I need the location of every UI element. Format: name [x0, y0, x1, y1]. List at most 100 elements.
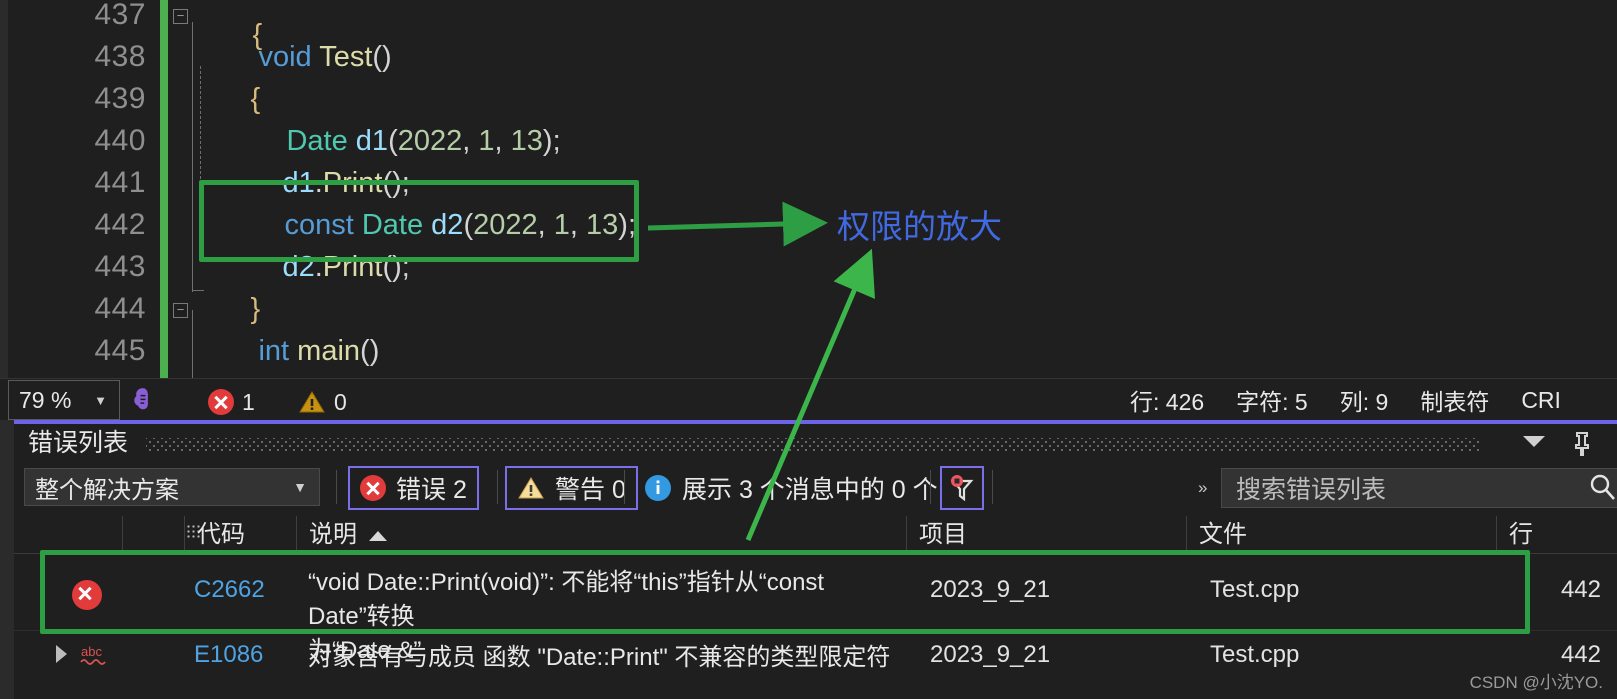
messages-toggle-button[interactable]: 展示 3 个消息中的 0 个 [634, 466, 948, 510]
saved-changes-indicator [160, 0, 168, 378]
code-line-439: Date d1(2022, 1, 13); [222, 78, 560, 157]
status-caret-info: 行: 426 字符: 5 列: 9 制表符 CRI [1130, 379, 1561, 421]
code-token-function: Test [311, 41, 373, 73]
watermark: CSDN @小沈YO. [1469, 673, 1603, 692]
code-token-punct: (); [382, 251, 410, 283]
svg-text:abc: abc [81, 644, 102, 659]
line-number: 439 [94, 82, 146, 115]
status-eol[interactable]: CRI [1521, 387, 1561, 414]
code-token-punct: ); [542, 125, 561, 157]
code-token-number: 1 [553, 209, 570, 241]
toolbar-separator [336, 470, 337, 504]
code-editor[interactable]: 437 438 439 440 441 442 443 444 445 − − … [0, 0, 1617, 378]
intellicode-brain-icon[interactable] [128, 385, 158, 415]
code-token-punct: ); [618, 209, 637, 241]
panel-title: 错误列表 [28, 429, 129, 457]
status-tabs[interactable]: 制表符 [1420, 383, 1489, 417]
line-number: 441 [94, 166, 146, 199]
code-token-punct: . [314, 251, 323, 283]
editor-status-bar: 79 % ▼ 1 0 行: 426 字符: 5 列: 9 制表符 CRI [0, 378, 1617, 420]
error-list-table: 代码 说明 项目 文件 行 C2662 “void Date::Print(vo… [14, 516, 1617, 699]
code-token-number: 13 [586, 209, 619, 241]
status-column: 列: 9 [1339, 389, 1389, 415]
search-error-list-box[interactable]: 搜索错误列表 [1221, 468, 1617, 508]
error-list-panel: 错误列表 整个解决方案 ▼ 错误 2 警告 0 展示 3 个消息中的 0 个 »… [0, 420, 1617, 699]
column-header-line[interactable]: 行 [1496, 516, 1617, 554]
warnings-toggle-button[interactable]: 警告 0 [505, 466, 638, 510]
column-header-file[interactable]: 文件 [1186, 516, 1496, 554]
collapse-toggle-icon[interactable]: − [173, 9, 188, 24]
code-line-440: d1.Print(); [218, 120, 409, 199]
error-circle-icon [208, 389, 234, 415]
status-char: 字符: 5 [1236, 389, 1308, 415]
code-line-442: d2.Print(); [218, 204, 409, 283]
code-token-function: Print [322, 251, 383, 283]
line-number: 442 [94, 208, 146, 241]
code-token-punct: , [494, 125, 511, 157]
code-token-variable: d2 [282, 251, 315, 283]
warning-triangle-icon [518, 477, 544, 499]
cell-file: Test.cpp [1210, 641, 1300, 668]
code-line-441: const Date d2(2022, 1, 13); [220, 162, 636, 241]
line-number: 438 [94, 40, 146, 73]
column-header-description[interactable]: 说明 [296, 516, 906, 554]
code-token-punct: () [372, 41, 392, 73]
code-token-keyword: void [258, 41, 312, 73]
zoom-level-combobox[interactable]: 79 % ▼ [8, 380, 120, 420]
status-warning-count: 0 [334, 389, 347, 415]
cell-line: 442 [1560, 641, 1601, 668]
status-error-indicator[interactable]: 1 [208, 389, 255, 415]
pin-icon[interactable] [1569, 430, 1595, 458]
cell-project: 2023_9_21 [930, 641, 1051, 668]
chevron-down-icon[interactable] [1523, 436, 1545, 447]
status-error-count: 1 [242, 389, 255, 415]
cell-code: E1086 [194, 641, 264, 668]
errors-toggle-label: 错误 2 [396, 476, 467, 504]
column-header-code[interactable]: 代码 [184, 516, 296, 554]
line-number: 444 [94, 292, 146, 325]
toolbar-separator [930, 470, 931, 504]
expand-triangle-icon[interactable] [56, 645, 67, 663]
code-line-437: void Test() [194, 0, 391, 73]
status-warning-indicator[interactable]: 0 [298, 389, 347, 415]
errors-toggle-button[interactable]: 错误 2 [348, 466, 479, 510]
status-line: 行: 426 [1130, 389, 1205, 415]
code-token-punct: , [462, 125, 479, 157]
messages-toggle-label: 展示 3 个消息中的 0 个 [682, 476, 938, 504]
column-header-project[interactable]: 项目 [906, 516, 1186, 554]
code-line-438: { [186, 36, 260, 115]
code-token-number: 1 [478, 125, 495, 157]
line-number: 440 [94, 124, 146, 157]
code-line-444: int main() [194, 288, 379, 367]
line-number: 443 [94, 250, 146, 283]
panel-drag-dots[interactable] [146, 438, 1479, 452]
error-circle-icon [360, 475, 386, 501]
sort-ascending-icon [369, 530, 387, 541]
code-token-punct: , [537, 209, 554, 241]
code-token-variable: d2 [423, 209, 464, 241]
scope-filter-value: 整个解决方案 [35, 476, 179, 504]
cell-code: C2662 [194, 576, 265, 603]
filter-icon [950, 475, 974, 502]
filter-button[interactable] [940, 466, 984, 510]
visual-studio-window: 437 438 439 440 441 442 443 444 445 − − … [0, 0, 1617, 699]
code-text-area[interactable]: − − { void Test() { Date d1(2022, 1, 13)… [168, 0, 1617, 378]
error-list-toolbar: 整个解决方案 ▼ 错误 2 警告 0 展示 3 个消息中的 0 个 » 搜索错误… [14, 466, 1617, 514]
line-number-gutter: 437 438 439 440 441 442 443 444 445 [8, 0, 160, 378]
cell-file: Test.cpp [1210, 576, 1300, 603]
annotation-label: 权限的放大 [837, 208, 1002, 245]
code-token-punct: () [360, 335, 380, 367]
table-row[interactable]: abc E1086 对象含有与成员 函数 "Date::Print" 不兼容的类… [14, 631, 1617, 683]
chevron-down-icon: ▼ [94, 392, 107, 408]
search-icon[interactable] [1586, 471, 1617, 505]
code-token-number: 2022 [473, 209, 538, 241]
column-header-description-label: 说明 [309, 521, 357, 548]
line-number: 437 [94, 0, 146, 31]
code-line-445: { [194, 330, 268, 378]
toolbar-overflow-button[interactable]: » [1198, 478, 1208, 498]
table-row[interactable]: C2662 “void Date::Print(void)”: 不能将“this… [14, 554, 1617, 664]
table-header-row: 代码 说明 项目 文件 行 [14, 516, 1617, 554]
scope-filter-combobox[interactable]: 整个解决方案 ▼ [24, 468, 320, 506]
cell-line: 442 [1560, 576, 1601, 603]
cell-description-line1: “void Date::Print(void)”: 不能将“this”指针从“c… [308, 569, 825, 630]
